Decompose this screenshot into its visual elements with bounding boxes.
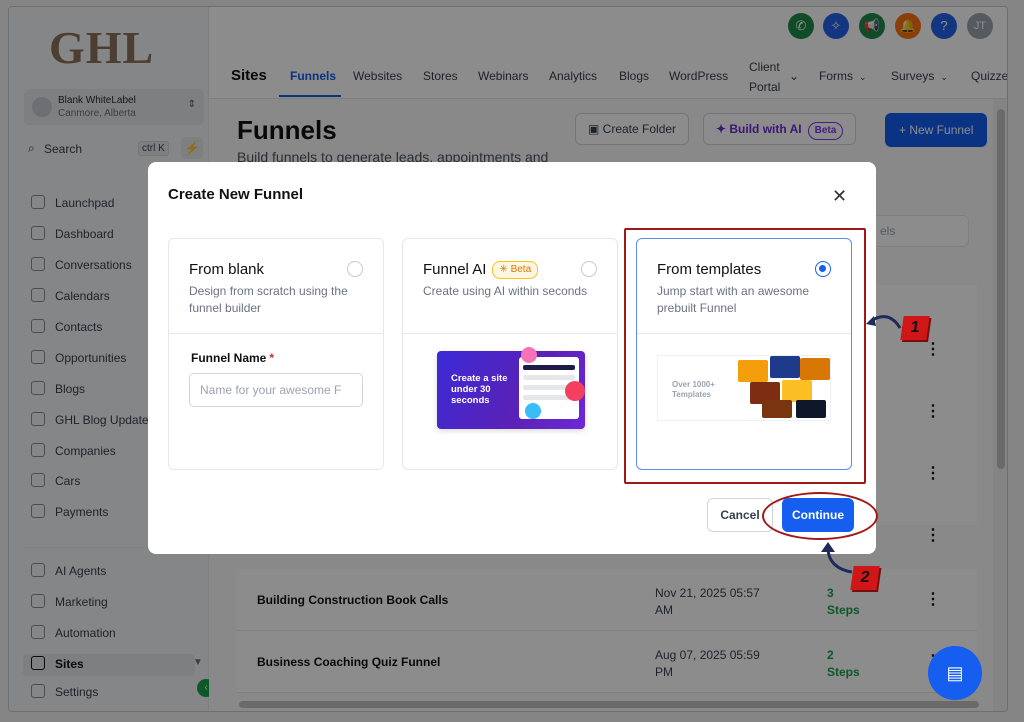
close-icon[interactable]: ✕	[832, 186, 847, 207]
highlight-rectangle	[624, 228, 866, 484]
image-icon	[565, 381, 585, 401]
image-icon	[525, 403, 541, 419]
card-divider	[403, 333, 617, 334]
option-description: Design from scratch using the funnel bui…	[189, 284, 348, 315]
option-title-text: Funnel AI	[423, 261, 487, 278]
option-description: Create using AI within seconds	[423, 284, 588, 298]
image-icon	[521, 347, 537, 363]
step-badge-1: 1	[900, 316, 930, 340]
beta-label: Beta	[510, 264, 532, 275]
card-divider	[169, 333, 383, 334]
funnel-name-label: Funnel Name *	[191, 351, 274, 365]
option-radio-blank[interactable]	[347, 261, 363, 277]
curved-arrow-icon	[866, 315, 902, 329]
option-radio-ai[interactable]	[581, 261, 597, 277]
chat-widget-button[interactable]: ▤	[928, 646, 982, 700]
required-asterisk: *	[269, 351, 275, 365]
ai-preview-image: Create a site under 30 seconds	[437, 347, 585, 429]
step-badge-2: 2	[850, 566, 880, 590]
modal-title: Create New Funnel	[168, 186, 304, 203]
option-title: From blank	[189, 261, 265, 278]
option-title: Funnel AI ✳ Beta	[423, 261, 539, 279]
sparkle-icon: ✳	[499, 264, 511, 275]
beta-badge: ✳ Beta	[492, 261, 539, 279]
ai-preview-text: Create a site under 30 seconds	[451, 373, 508, 406]
funnel-name-text: Funnel Name	[191, 351, 267, 365]
highlight-ellipse	[762, 492, 878, 540]
mock-bar	[523, 365, 575, 370]
option-card-blank[interactable]: From blank Design from scratch using the…	[168, 238, 384, 470]
chat-icon: ▤	[946, 663, 964, 683]
funnel-name-input[interactable]	[189, 373, 363, 407]
mock-bar	[523, 375, 575, 380]
option-card-ai[interactable]: Funnel AI ✳ Beta Create using AI within s…	[402, 238, 618, 470]
